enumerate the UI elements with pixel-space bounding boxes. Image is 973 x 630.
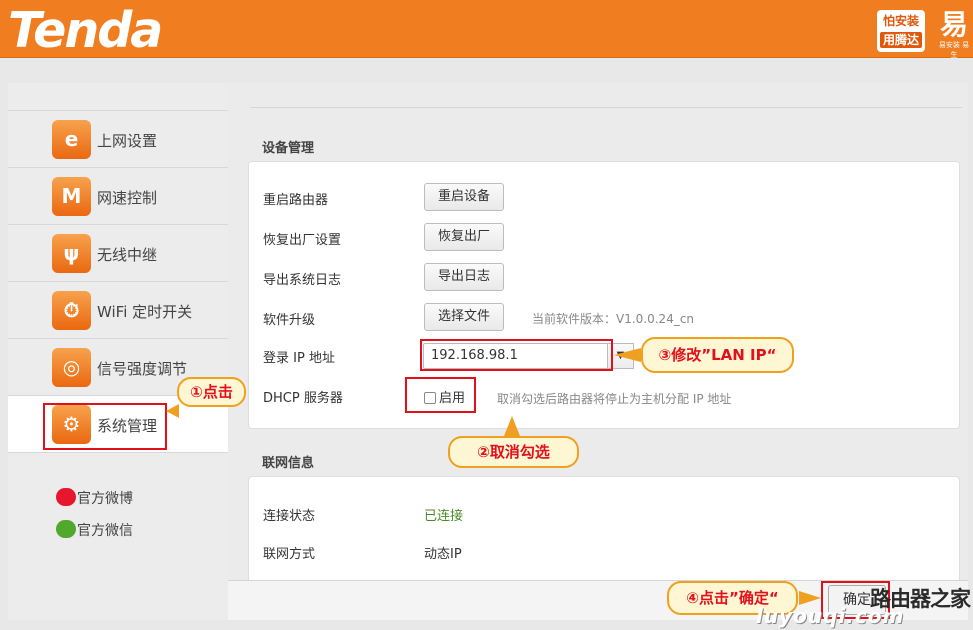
wechat-label: 官方微信 [77,523,133,539]
wifi-timer-icon: ⏱ [52,291,91,330]
easy-install-logo: 易 易安装 易生 [936,8,972,60]
sidebar-item-wifi-timer[interactable]: ⏱ WiFi 定时开关 [8,282,228,339]
watermark-url: luyouqi.com [756,604,905,628]
dhcp-hint: 取消勾选后路由器将停止为主机分配 IP 地址 [497,392,732,406]
arrow-step-1 [166,404,179,418]
factory-reset-label: 恢复出厂设置 [263,233,342,248]
internet-e-icon: e [52,120,91,159]
device-management-title: 设备管理 [262,141,315,156]
speed-wave-icon: M [52,177,91,216]
connection-method-label: 联网方式 [263,547,316,562]
annotation-highlight-dhcp [405,377,476,413]
easy-caption: 易安装 易生 [938,41,970,59]
signal-strength-icon: ◎ [52,348,91,387]
arrow-step-3 [614,348,641,362]
sidebar-item-label: WiFi 定时开关 [97,303,193,321]
sidebar-item-wireless-relay[interactable]: ψ 无线中继 [8,225,228,282]
slogan-badge: 怕安装 用腾达 [877,10,925,52]
tenda-logo: Tenda [8,2,163,59]
callout-step-3: ③修改”LAN IP“ [641,337,794,373]
factory-reset-button[interactable]: 恢复出厂 [424,223,505,251]
reboot-label: 重启路由器 [263,193,329,208]
sidebar-item-internet-settings[interactable]: e 上网设置 [8,111,228,168]
wan-info-card: 连接状态 已连接 联网方式 动态IP [248,476,960,580]
export-log-button[interactable]: 导出日志 [424,263,505,291]
weibo-icon [56,488,76,506]
firmware-version-hint: 当前软件版本：V1.0.0.24_cn [532,312,695,326]
wan-info-title: 联网信息 [262,456,315,471]
top-header: Tenda 怕安装 用腾达 易 易安装 易生 [0,0,973,60]
export-log-label: 导出系统日志 [263,273,342,288]
wechat-icon [56,520,76,538]
sidebar-item-label: 网速控制 [97,189,158,207]
arrow-step-4 [799,591,821,605]
sidebar: e 上网设置 M 网速控制 ψ 无线中继 ⏱ WiFi 定时开关 ◎ 信号强度调… [8,83,228,620]
official-wechat-link[interactable]: 官方微信 [56,520,133,540]
dhcp-server-label: DHCP 服务器 [263,391,343,406]
slogan-line-2: 用腾达 [880,32,922,48]
annotation-highlight-system-mgmt [43,403,167,450]
callout-step-1: ①点击 [177,377,246,407]
divider [250,107,962,108]
choose-file-button[interactable]: 选择文件 [424,303,505,331]
official-weibo-link[interactable]: 官方微博 [56,488,133,508]
reboot-button[interactable]: 重启设备 [424,183,505,211]
device-management-card: 重启路由器 重启设备 恢复出厂设置 恢复出厂 导出系统日志 导出日志 软件升级 … [248,161,960,429]
slogan-line-1: 怕安装 [882,14,919,28]
easy-mark: 易 [939,8,968,41]
sidebar-top-band [8,83,228,111]
login-ip-label: 登录 IP 地址 [263,351,335,366]
annotation-highlight-ip [420,339,613,371]
sidebar-item-label: 无线中继 [97,246,158,264]
callout-step-2: ②取消勾选 [448,436,579,468]
wireless-relay-icon: ψ [52,234,91,273]
weibo-label: 官方微博 [77,491,133,507]
connection-status-value: 已连接 [424,509,464,524]
firmware-upgrade-label: 软件升级 [263,313,316,328]
connection-method-value: 动态IP [424,547,462,562]
sidebar-item-label: 信号强度调节 [97,360,188,378]
sidebar-item-label: 上网设置 [97,132,158,150]
sidebar-item-speed-control[interactable]: M 网速控制 [8,168,228,225]
connection-status-label: 连接状态 [263,509,316,524]
arrow-step-2 [504,416,520,436]
